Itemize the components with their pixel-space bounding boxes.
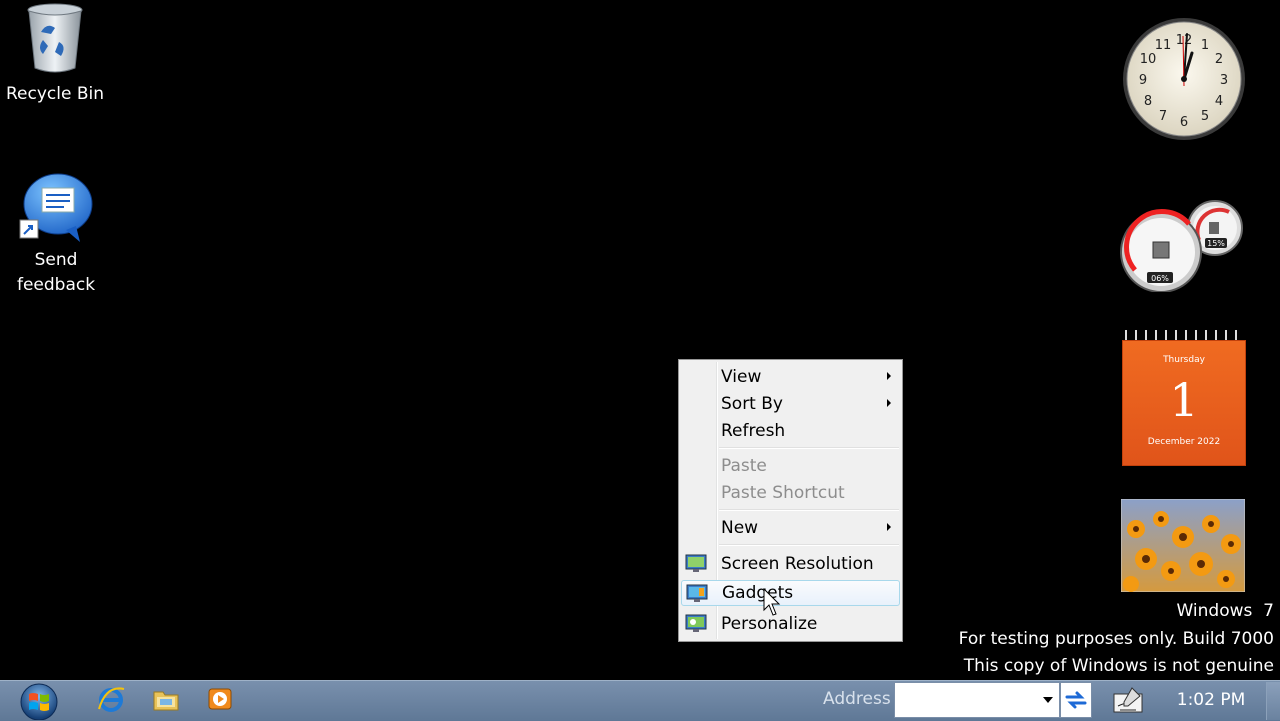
clock-hour-11: 11 [1155,38,1172,53]
calendar-month-year: December 2022 [1147,437,1221,447]
watermark-build: For testing purposes only. Build 7000 [958,629,1274,649]
clock-hour-4: 4 [1215,94,1223,109]
action-center-icon[interactable] [1110,684,1146,716]
flowers-photo [1120,498,1246,593]
desktop-icon-recycle-bin[interactable]: Recycle Bin [0,0,110,107]
calendar-page: Thursday 1 December 2022 [1122,340,1246,466]
menu-item-refresh[interactable]: Refresh [681,418,900,444]
menu-separator [719,544,899,546]
menu-item-paste: Paste [681,453,900,479]
cpu-meter-gadget[interactable]: 06% 15% [1119,198,1245,293]
clock-hour-3: 3 [1220,73,1228,88]
show-desktop-button[interactable] [1266,682,1280,720]
menu-separator [719,447,899,449]
media-player-icon[interactable] [205,685,235,713]
clock-hour-6: 6 [1180,115,1188,130]
menu-item-paste-shortcut: Paste Shortcut [681,480,900,506]
clock-hour-2: 2 [1215,52,1223,67]
calendar-gadget[interactable]: Thursday 1 December 2022 [1121,330,1246,467]
calendar-day-number: 1 [1169,373,1199,427]
clock-gadget[interactable]: 12 1 2 3 4 5 6 7 8 9 10 11 [1121,16,1247,142]
address-bar[interactable] [894,682,1060,718]
feedback-icon [19,173,93,242]
clock-hour-12: 12 [1176,33,1193,48]
memory-usage-value: 15% [1207,239,1225,248]
menu-item-label: Screen Resolution [721,554,874,574]
personalize-icon [685,614,707,632]
internet-explorer-icon[interactable] [96,685,126,713]
menu-item-label: Refresh [721,421,786,441]
menu-separator [719,509,899,511]
submenu-arrow-icon [887,523,891,531]
clock-face-icon: 12 1 2 3 4 5 6 7 8 9 10 11 [1123,18,1245,140]
clock-hour-10: 10 [1140,52,1157,67]
clock-hour-5: 5 [1201,109,1209,124]
watermark-os-name: Windows 7 [1176,601,1274,621]
recycle-bin-icon [27,3,83,73]
taskbar-clock[interactable]: 1:02 PM [1170,690,1252,710]
menu-item-label: Sort By [721,394,783,414]
desktop-context-menu: View Sort By Refresh Paste Paste Shortcu… [678,359,903,642]
windows-explorer-icon[interactable] [151,685,181,713]
submenu-arrow-icon [887,372,891,380]
slideshow-gadget[interactable] [1120,498,1246,593]
menu-item-label: New [721,518,759,538]
menu-item-new[interactable]: New [681,515,900,541]
chevron-down-icon[interactable] [1043,697,1053,703]
menu-item-view[interactable]: View [681,364,900,390]
clock-hour-7: 7 [1159,109,1167,124]
gadgets-icon [686,584,708,602]
calendar-weekday: Thursday [1163,355,1205,365]
submenu-arrow-icon [887,399,891,407]
menu-item-gadgets[interactable]: Gadgets [681,580,900,606]
clock-hour-8: 8 [1144,94,1152,109]
cpu-meter-icon: 06% 15% [1120,200,1243,293]
cpu-usage-value: 06% [1151,274,1169,283]
address-go-button[interactable] [1060,682,1092,718]
menu-item-screen-resolution[interactable]: Screen Resolution [681,551,900,577]
start-button[interactable] [13,682,65,720]
clock-hour-1: 1 [1201,38,1209,53]
address-input[interactable] [897,687,1031,713]
address-toolbar-label: Address [823,689,891,709]
screen-resolution-icon [685,554,707,572]
clock-hour-9: 9 [1139,73,1147,88]
desktop-icon-send-feedback[interactable]: Send feedback [1,170,111,298]
menu-item-sort-by[interactable]: Sort By [681,391,900,417]
go-arrows-icon [1065,691,1087,709]
send-feedback-label: Send feedback [16,250,96,295]
mouse-cursor-icon [763,588,781,616]
menu-item-label: Paste Shortcut [721,483,845,503]
menu-item-label: View [721,367,762,387]
menu-item-personalize[interactable]: Personalize [681,611,900,637]
recycle-bin-label: Recycle Bin [5,84,104,104]
menu-item-label: Paste [721,456,767,476]
watermark-genuine-notice: This copy of Windows is not genuine [963,656,1274,676]
